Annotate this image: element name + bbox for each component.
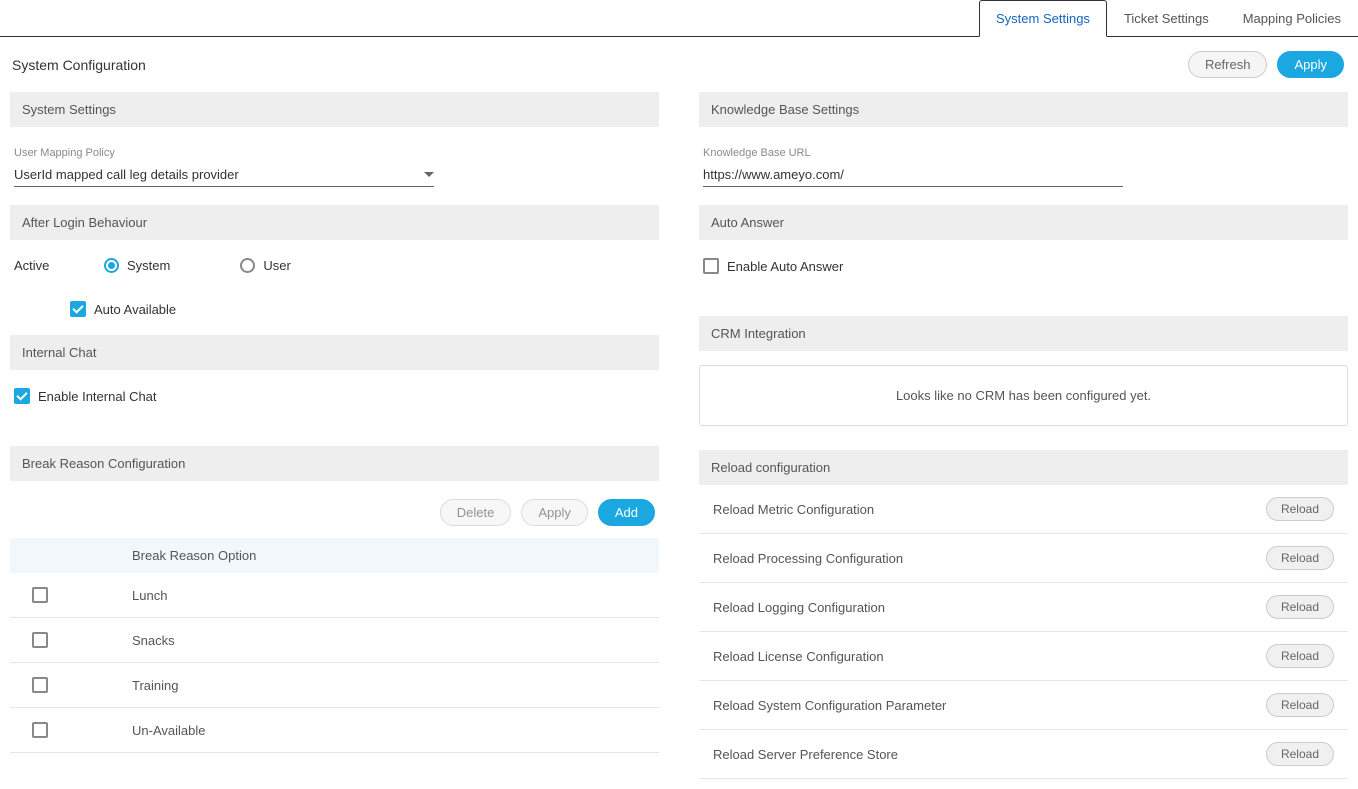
refresh-button[interactable]: Refresh bbox=[1188, 51, 1268, 78]
reload-row: Reload License Configuration Reload bbox=[699, 632, 1348, 681]
section-reload-config: Reload configuration bbox=[699, 450, 1348, 485]
top-tabs: System Settings Ticket Settings Mapping … bbox=[0, 0, 1358, 37]
tab-system-settings[interactable]: System Settings bbox=[979, 0, 1107, 37]
section-crm-integration: CRM Integration bbox=[699, 316, 1348, 351]
enable-internal-chat-checkbox[interactable] bbox=[14, 388, 30, 404]
reload-button[interactable]: Reload bbox=[1266, 497, 1334, 521]
break-row-checkbox[interactable] bbox=[32, 722, 48, 738]
break-add-button[interactable]: Add bbox=[598, 499, 655, 526]
reload-button[interactable]: Reload bbox=[1266, 546, 1334, 570]
break-row-checkbox[interactable] bbox=[32, 632, 48, 648]
break-row-label: Snacks bbox=[132, 633, 175, 648]
reload-row: Reload Logging Configuration Reload bbox=[699, 583, 1348, 632]
section-break-reason: Break Reason Configuration bbox=[10, 446, 659, 481]
section-kb-settings: Knowledge Base Settings bbox=[699, 92, 1348, 127]
user-mapping-select[interactable]: UserId mapped call leg details provider bbox=[14, 165, 434, 187]
enable-internal-chat-label: Enable Internal Chat bbox=[38, 389, 157, 404]
kb-url-input[interactable]: https://www.ameyo.com/ bbox=[703, 165, 1123, 187]
break-row-label: Training bbox=[132, 678, 178, 693]
reload-row: Reload Server Preference Store Reload bbox=[699, 730, 1348, 779]
section-auto-answer: Auto Answer bbox=[699, 205, 1348, 240]
kb-url-label: Knowledge Base URL bbox=[703, 147, 1344, 159]
kb-url-value: https://www.ameyo.com/ bbox=[703, 167, 844, 182]
auto-available-checkbox[interactable] bbox=[70, 301, 86, 317]
reload-button[interactable]: Reload bbox=[1266, 644, 1334, 668]
break-row-checkbox[interactable] bbox=[32, 677, 48, 693]
reload-row: Reload System Configuration Parameter Re… bbox=[699, 681, 1348, 730]
reload-button[interactable]: Reload bbox=[1266, 742, 1334, 766]
tab-ticket-settings[interactable]: Ticket Settings bbox=[1107, 0, 1226, 37]
enable-auto-answer-label: Enable Auto Answer bbox=[727, 259, 843, 274]
reload-button[interactable]: Reload bbox=[1266, 693, 1334, 717]
reload-row-label: Reload Server Preference Store bbox=[713, 747, 898, 762]
active-label: Active bbox=[14, 258, 64, 273]
table-row: Lunch bbox=[10, 573, 659, 618]
break-row-label: Lunch bbox=[132, 588, 167, 603]
break-table-header-label: Break Reason Option bbox=[132, 548, 256, 563]
reload-row-label: Reload Processing Configuration bbox=[713, 551, 903, 566]
table-row: Un-Available bbox=[10, 708, 659, 753]
section-system-settings: System Settings bbox=[10, 92, 659, 127]
crm-empty-message: Looks like no CRM has been configured ye… bbox=[699, 365, 1348, 426]
radio-user[interactable] bbox=[240, 258, 255, 273]
enable-auto-answer-checkbox[interactable] bbox=[703, 258, 719, 274]
apply-button[interactable]: Apply bbox=[1277, 51, 1344, 78]
page-title: System Configuration bbox=[12, 57, 146, 73]
break-row-checkbox[interactable] bbox=[32, 587, 48, 603]
reload-row: Reload Processing Configuration Reload bbox=[699, 534, 1348, 583]
reload-row-label: Reload System Configuration Parameter bbox=[713, 698, 946, 713]
tab-mapping-policies[interactable]: Mapping Policies bbox=[1226, 0, 1358, 37]
reload-row-label: Reload Logging Configuration bbox=[713, 600, 885, 615]
toolbar: System Configuration Refresh Apply bbox=[0, 37, 1358, 84]
auto-available-label: Auto Available bbox=[94, 302, 176, 317]
break-apply-button[interactable]: Apply bbox=[521, 499, 588, 526]
break-row-label: Un-Available bbox=[132, 723, 205, 738]
section-after-login: After Login Behaviour bbox=[10, 205, 659, 240]
break-table-header: Break Reason Option bbox=[10, 538, 659, 573]
reload-button[interactable]: Reload bbox=[1266, 595, 1334, 619]
radio-user-label: User bbox=[263, 258, 290, 273]
right-column: Knowledge Base Settings Knowledge Base U… bbox=[699, 88, 1348, 779]
table-row: Snacks bbox=[10, 618, 659, 663]
user-mapping-value: UserId mapped call leg details provider bbox=[14, 167, 239, 182]
user-mapping-label: User Mapping Policy bbox=[14, 147, 655, 159]
chevron-down-icon bbox=[424, 172, 434, 177]
reload-row-label: Reload License Configuration bbox=[713, 649, 884, 664]
left-column: System Settings User Mapping Policy User… bbox=[10, 88, 659, 779]
radio-system[interactable] bbox=[104, 258, 119, 273]
break-delete-button[interactable]: Delete bbox=[440, 499, 512, 526]
section-internal-chat: Internal Chat bbox=[10, 335, 659, 370]
radio-system-label: System bbox=[127, 258, 170, 273]
reload-row: Reload Metric Configuration Reload bbox=[699, 485, 1348, 534]
table-row: Training bbox=[10, 663, 659, 708]
reload-row-label: Reload Metric Configuration bbox=[713, 502, 874, 517]
